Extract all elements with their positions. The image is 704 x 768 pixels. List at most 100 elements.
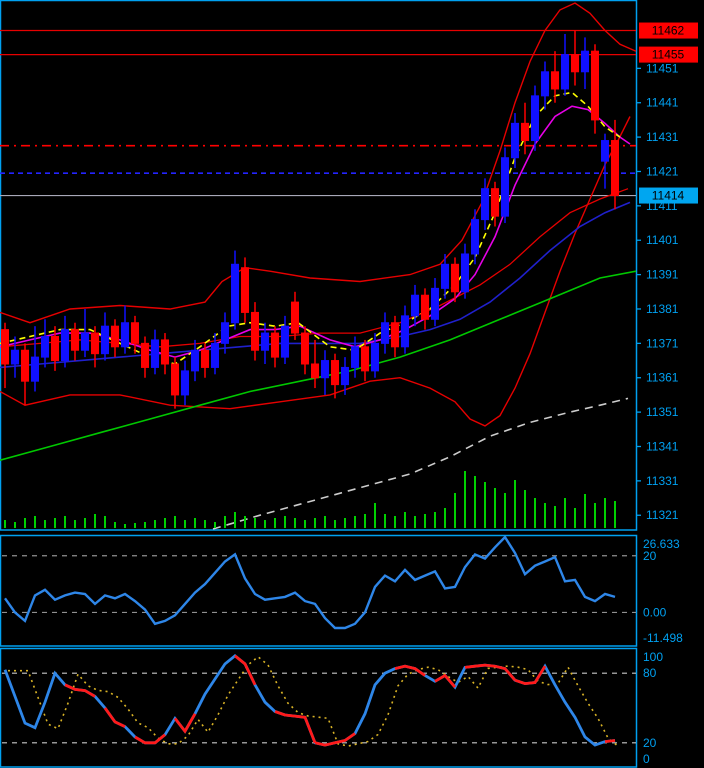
volume-bar — [444, 508, 446, 528]
candle-body — [232, 264, 239, 322]
volume-bar — [434, 512, 436, 528]
candle-body — [482, 189, 489, 220]
candle-body — [122, 323, 129, 347]
volume-bar — [414, 516, 416, 528]
volume-bar — [124, 524, 126, 528]
volume-bar — [74, 520, 76, 528]
volume-bar — [84, 518, 86, 528]
candle-body — [492, 189, 499, 217]
volume-bar — [44, 520, 46, 528]
candle-body — [242, 268, 249, 313]
candle-body — [552, 72, 559, 89]
candle-body — [472, 220, 479, 254]
candle-body — [392, 323, 399, 347]
candle-body — [332, 361, 339, 385]
price-tick-label: 11341 — [646, 439, 679, 453]
volume-bar — [404, 512, 406, 528]
volume-bar — [364, 514, 366, 528]
price-tick-label: 11431 — [646, 130, 679, 144]
candle-body — [442, 264, 449, 288]
volume-bar — [544, 503, 546, 528]
volume-bar — [334, 520, 336, 528]
price-tick-label: 11391 — [646, 268, 679, 282]
volume-bar — [174, 516, 176, 528]
volume-bar — [474, 476, 476, 528]
volume-bar — [34, 516, 36, 528]
volume-bar — [64, 516, 66, 528]
volume-bar — [344, 518, 346, 528]
indicator-axis-label: 20 — [643, 549, 657, 563]
candle-body — [412, 295, 419, 316]
volume-bar — [104, 516, 106, 528]
candle-body — [92, 333, 99, 354]
volume-bar — [204, 520, 206, 528]
candle-body — [422, 295, 429, 319]
volume-bar — [394, 516, 396, 528]
candle-body — [192, 350, 199, 371]
volume-bar — [574, 508, 576, 528]
candle-body — [182, 371, 189, 395]
indicator-axis-label: -11.498 — [643, 631, 683, 645]
price-chart-canvas[interactable]: 1145111441114311142111411114011139111381… — [0, 0, 704, 768]
volume-bar — [354, 516, 356, 528]
indicator-axis-label: 100 — [643, 650, 663, 664]
candle-body — [212, 343, 219, 367]
candle-body — [372, 343, 379, 371]
volume-bar — [134, 523, 136, 528]
volume-bar — [324, 516, 326, 528]
volume-bar — [54, 518, 56, 528]
candle-body — [202, 350, 209, 367]
candle-body — [522, 123, 529, 140]
volume-bar — [274, 518, 276, 528]
volume-bar — [384, 514, 386, 528]
candle-body — [132, 323, 139, 344]
volume-bar — [244, 516, 246, 528]
price-tick-label: 11351 — [646, 405, 679, 419]
candle-body — [462, 254, 469, 292]
volume-bar — [584, 494, 586, 528]
volume-bar — [484, 482, 486, 528]
volume-bar — [564, 498, 566, 528]
trading-chart-window: 1145111441114311142111411114011139111381… — [0, 0, 704, 768]
candle-body — [222, 323, 229, 344]
price-tick-label: 11361 — [646, 371, 679, 385]
candle-body — [362, 347, 369, 371]
price-tick-label: 11371 — [646, 336, 679, 350]
indicator-axis-label: 0.00 — [643, 605, 667, 619]
volume-bar — [284, 516, 286, 528]
volume-bar — [554, 506, 556, 528]
candle-body — [572, 55, 579, 72]
volume-bar — [14, 522, 16, 528]
volume-bar — [194, 518, 196, 528]
volume-bar — [614, 501, 616, 528]
candle-body — [582, 51, 589, 72]
candle-body — [352, 347, 359, 368]
volume-bar — [454, 493, 456, 528]
candle-body — [432, 288, 439, 319]
volume-bar — [494, 488, 496, 528]
candle-body — [162, 340, 169, 364]
candle-body — [22, 350, 29, 381]
candle-body — [342, 367, 349, 384]
candle-body — [302, 333, 309, 364]
candle-body — [512, 123, 519, 157]
volume-bar — [304, 520, 306, 528]
indicator-axis-label: 80 — [643, 666, 657, 680]
volume-bar — [234, 512, 236, 528]
price-tag-label: 11414 — [652, 189, 685, 203]
price-tick-label: 11401 — [646, 233, 679, 247]
candle-body — [272, 333, 279, 357]
candle-body — [312, 364, 319, 378]
volume-bar — [4, 520, 6, 528]
volume-bar — [24, 518, 26, 528]
indicator-axis-label: 0 — [643, 752, 650, 766]
volume-bar — [114, 522, 116, 528]
volume-bar — [604, 498, 606, 528]
candle-body — [262, 333, 269, 350]
price-tick-label: 11421 — [646, 164, 679, 178]
candle-body — [402, 316, 409, 347]
candle-body — [612, 141, 619, 196]
candle-body — [592, 51, 599, 120]
price-tick-label: 11441 — [646, 96, 679, 110]
price-tick-label: 11331 — [646, 474, 679, 488]
